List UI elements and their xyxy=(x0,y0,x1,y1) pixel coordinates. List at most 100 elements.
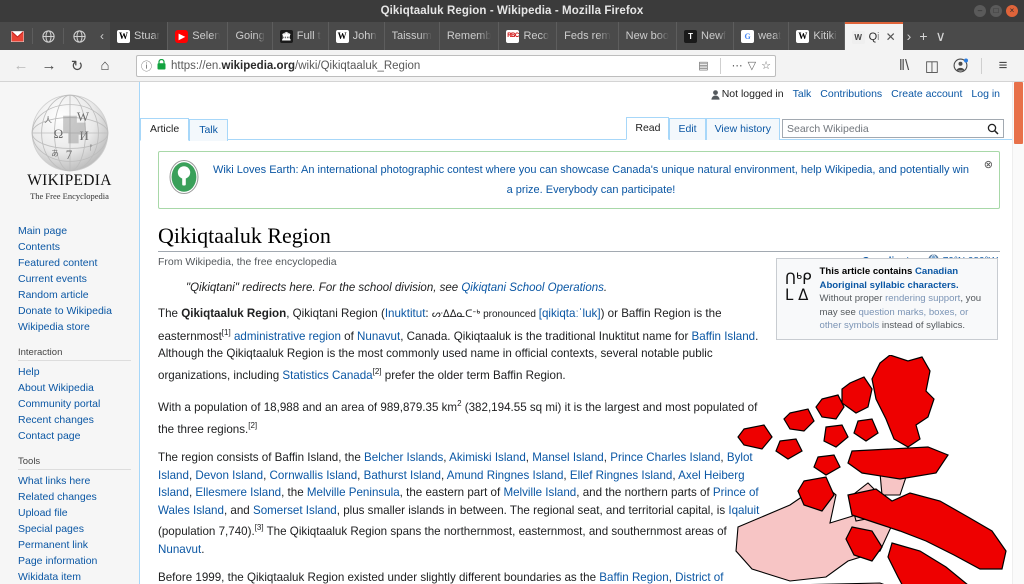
sidebar-item-community-portal[interactable]: Community portal xyxy=(18,396,139,412)
sidebar-item-help[interactable]: Help xyxy=(18,364,139,380)
sidebar-item-main-page[interactable]: Main page xyxy=(18,223,139,239)
tab-item[interactable]: RBC Reco xyxy=(499,22,558,50)
article-link[interactable]: Statistics Canada xyxy=(282,369,372,382)
article-link[interactable]: Bathurst Island xyxy=(364,469,441,482)
tab-item[interactable]: Feds rem xyxy=(557,22,619,50)
bookmark-star-icon[interactable]: ☆ xyxy=(761,59,771,72)
tab-item[interactable]: ▶ Selen xyxy=(168,22,229,50)
reader-view-icon[interactable]: ▤ xyxy=(698,59,708,72)
sidebar-item-current-events[interactable]: Current events xyxy=(18,271,139,287)
tab-item[interactable]: Going xyxy=(228,22,273,50)
tab-read[interactable]: Read xyxy=(626,117,670,140)
article-link[interactable]: Nunavut xyxy=(357,329,400,342)
personal-link-create-account[interactable]: Create account xyxy=(891,88,962,100)
sidebar-item-store[interactable]: Wikipedia store xyxy=(18,319,139,335)
tab-item-active[interactable]: W Qi ✕ xyxy=(844,22,903,50)
sidebar-item-contents[interactable]: Contents xyxy=(18,239,139,255)
search-input[interactable] xyxy=(783,122,983,135)
tab-item[interactable]: 🏛 Full t xyxy=(273,22,329,50)
page-actions-icon[interactable]: ⋯ xyxy=(732,59,743,72)
globe-icon[interactable] xyxy=(33,22,63,50)
hatnote-link[interactable]: Qikiqtani School Operations xyxy=(461,282,604,294)
reference-marker[interactable]: [3] xyxy=(255,523,264,532)
article-link[interactable]: Mansel Island xyxy=(532,451,604,464)
new-tab-button[interactable]: + xyxy=(919,28,927,44)
scroll-tabs-left-button[interactable]: ‹ xyxy=(94,22,110,50)
scrollbar-thumb[interactable] xyxy=(1014,82,1023,144)
sidebar-item-donate[interactable]: Donate to Wikipedia xyxy=(18,303,139,319)
sidebar-item-permanent-link[interactable]: Permanent link xyxy=(18,537,139,553)
mail-icon[interactable] xyxy=(2,22,32,50)
tab-view-history[interactable]: View history xyxy=(705,118,780,140)
reference-marker[interactable]: [2] xyxy=(373,367,382,376)
site-info-icon[interactable]: ⓘ xyxy=(141,58,152,74)
nunavut-region-map[interactable] xyxy=(730,355,1012,584)
sidebar-item-featured-content[interactable]: Featured content xyxy=(18,255,139,271)
tab-edit[interactable]: Edit xyxy=(669,118,706,140)
article-link[interactable]: Melville Peninsula xyxy=(307,486,400,499)
search-icon[interactable] xyxy=(983,123,1003,135)
page-scrollbar[interactable] xyxy=(1012,82,1024,584)
article-link[interactable]: Baffin Island xyxy=(692,329,756,342)
scroll-tabs-right-button[interactable]: › xyxy=(907,28,912,44)
article-link[interactable]: Ellef Ringnes Island xyxy=(570,469,672,482)
article-link[interactable]: [qikiqtaːˈluk] xyxy=(539,307,601,320)
tab-item[interactable]: W Kitiki xyxy=(789,22,845,50)
article-link[interactable]: Baffin Region xyxy=(599,571,668,584)
sidebar-item-related-changes[interactable]: Related changes xyxy=(18,489,139,505)
sidebar-item-special-pages[interactable]: Special pages xyxy=(18,521,139,537)
article-link[interactable]: Ellesmere Island xyxy=(195,486,281,499)
personal-link-login[interactable]: Log in xyxy=(971,88,1000,100)
reference-marker[interactable]: [1] xyxy=(222,328,231,337)
article-link[interactable]: Nunavut xyxy=(158,543,201,556)
article-link[interactable]: Cornwallis Island xyxy=(270,469,358,482)
globe-icon[interactable] xyxy=(64,22,94,50)
article-link[interactable]: Melville Island xyxy=(503,486,576,499)
tab-item[interactable]: New boo xyxy=(619,22,678,50)
close-tab-icon[interactable]: ✕ xyxy=(886,30,896,44)
list-all-tabs-icon[interactable]: ∨ xyxy=(936,28,946,45)
pocket-icon[interactable]: ▽ xyxy=(748,59,756,72)
tab-article[interactable]: Article xyxy=(140,118,190,141)
article-link[interactable]: Inuktitut xyxy=(385,307,426,320)
home-button[interactable]: ⌂ xyxy=(92,53,118,79)
personal-link-contributions[interactable]: Contributions xyxy=(820,88,882,100)
forward-button[interactable]: → xyxy=(36,53,62,79)
close-icon[interactable]: ⊗ xyxy=(984,158,993,171)
article-link[interactable]: Prince Charles Island xyxy=(610,451,720,464)
sidebar-icon[interactable]: ◫ xyxy=(919,53,945,79)
tab-item[interactable]: G weat xyxy=(734,22,790,50)
tab-item[interactable]: W Stuar xyxy=(110,22,169,50)
article-link[interactable]: Belcher Islands xyxy=(364,451,443,464)
back-button[interactable]: ← xyxy=(8,53,34,79)
maximize-button[interactable]: □ xyxy=(990,5,1002,17)
tab-talk[interactable]: Talk xyxy=(189,119,228,141)
article-link[interactable]: Devon Island xyxy=(195,469,263,482)
tab-item[interactable]: Rememb xyxy=(440,22,500,50)
article-link[interactable]: Somerset Island xyxy=(253,504,337,517)
sidebar-item-contact[interactable]: Contact page xyxy=(18,428,139,444)
article-link[interactable]: Amund Ringnes Island xyxy=(447,469,564,482)
wikipedia-logo[interactable]: Ω W И 7 人 あ ᚠ WIKIPEDIA The Free Encyclo… xyxy=(0,82,139,207)
tab-item[interactable]: T Newf xyxy=(677,22,735,50)
tab-item[interactable]: Taissum xyxy=(385,22,440,50)
sidebar-item-what-links-here[interactable]: What links here xyxy=(18,473,139,489)
article-link[interactable]: administrative region xyxy=(234,329,341,342)
account-icon[interactable] xyxy=(947,53,973,79)
article-link[interactable]: Akimiski Island xyxy=(449,451,526,464)
library-icon[interactable]: ‖\ xyxy=(891,53,917,79)
sidebar-item-page-information[interactable]: Page information xyxy=(18,553,139,569)
sidebar-item-about[interactable]: About Wikipedia xyxy=(18,380,139,396)
sidebar-item-random-article[interactable]: Random article xyxy=(18,287,139,303)
hamburger-menu-icon[interactable]: ≡ xyxy=(990,53,1016,79)
minimize-button[interactable]: – xyxy=(974,5,986,17)
tab-item[interactable]: W John xyxy=(329,22,385,50)
personal-link-talk[interactable]: Talk xyxy=(793,88,812,100)
sidebar-item-upload-file[interactable]: Upload file xyxy=(18,505,139,521)
reference-marker[interactable]: [2] xyxy=(248,421,257,430)
sidebar-item-wikidata[interactable]: Wikidata item xyxy=(18,569,139,584)
address-bar[interactable]: ⓘ https://en.wikipedia.org/wiki/Qikiqtaa… xyxy=(136,54,776,77)
site-notice-text[interactable]: Wiki Loves Earth: An international photo… xyxy=(209,160,973,200)
close-window-button[interactable]: × xyxy=(1006,5,1018,17)
reload-button[interactable]: ↻ xyxy=(64,53,90,79)
